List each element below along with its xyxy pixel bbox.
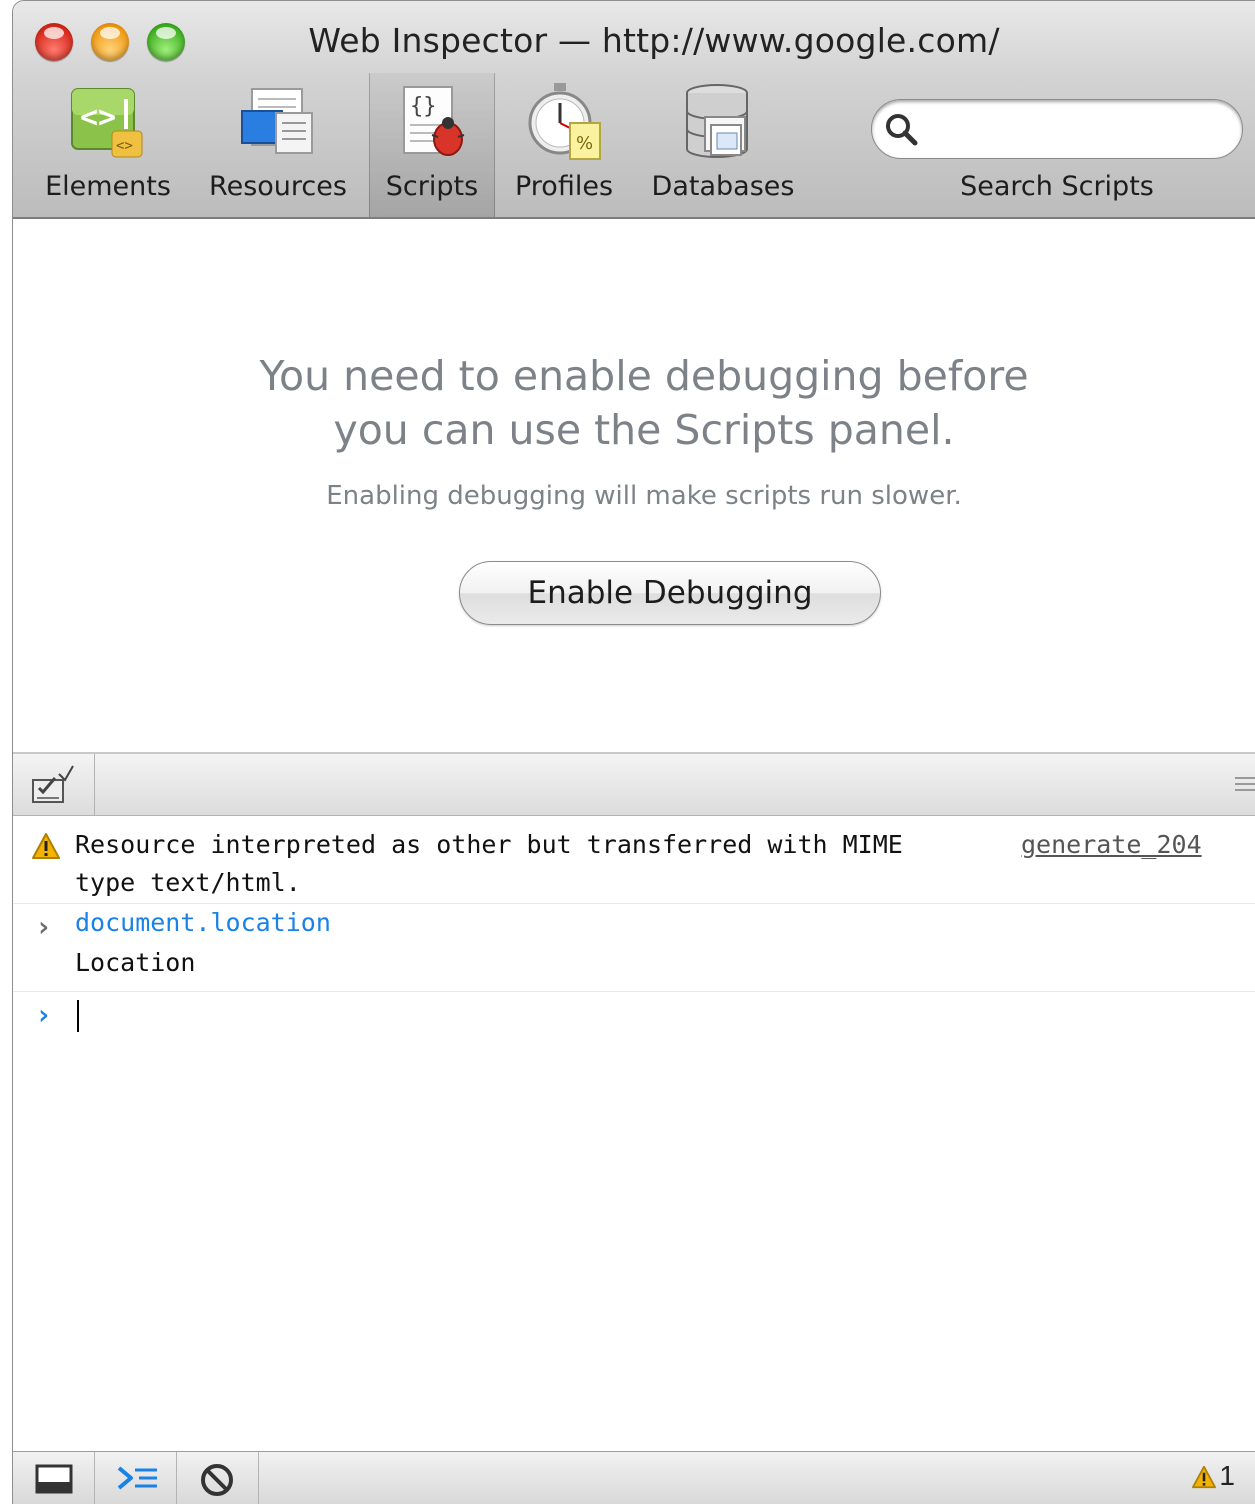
resources-icon	[236, 83, 320, 168]
search-field[interactable]	[871, 99, 1243, 159]
profiles-icon: %	[524, 83, 604, 168]
warning-message-text: Resource interpreted as other but transf…	[75, 830, 903, 897]
console-icon	[117, 1466, 157, 1490]
toolbar-item-profiles[interactable]: % Profiles	[501, 73, 627, 217]
toolbar-label-resources: Resources	[209, 171, 347, 202]
elements-icon: <> <>	[68, 83, 148, 168]
console-message-warning: Resource interpreted as other but transf…	[13, 816, 1255, 904]
warning-source-link[interactable]: generate_204	[1021, 826, 1202, 864]
warning-icon	[31, 832, 61, 866]
dock-icon	[35, 1464, 73, 1494]
dock-toggle-button[interactable]	[13, 1452, 95, 1504]
enable-debugging-button[interactable]: Enable Debugging	[459, 561, 881, 625]
message-line-2: you can use the Scripts panel.	[333, 406, 955, 454]
web-inspector-window: Web Inspector — http://www.google.com/ <…	[12, 0, 1255, 1504]
search-input[interactable]	[930, 110, 1220, 150]
toolbar-item-databases[interactable]: Databases	[639, 73, 807, 217]
warning-count-badge[interactable]: 1	[1191, 1460, 1235, 1492]
toolbar-label-profiles: Profiles	[514, 171, 614, 202]
svg-text:<>: <>	[80, 100, 116, 135]
message-line-1: You need to enable debugging before	[259, 352, 1029, 400]
console-command-entry: › document.location Location	[13, 904, 1255, 992]
console-prompt-input[interactable]	[75, 996, 1175, 1036]
svg-text:{}: {}	[410, 94, 437, 119]
toolbar-item-elements[interactable]: <> <> Elements	[33, 73, 183, 217]
console-command[interactable]: document.location	[75, 908, 331, 937]
window-toolbar: Web Inspector — http://www.google.com/ <…	[13, 1, 1255, 219]
console-result[interactable]: Location	[75, 948, 195, 977]
console-toggle-button[interactable]	[95, 1452, 177, 1504]
scripts-panel: You need to enable debugging before you …	[13, 219, 1255, 754]
toolbar-label-databases: Databases	[651, 171, 795, 202]
window-title: Web Inspector — http://www.google.com/	[308, 21, 1000, 60]
clear-console-button[interactable]	[177, 1452, 259, 1504]
svg-text:%: %	[576, 133, 593, 154]
checklist-icon	[32, 765, 74, 803]
clear-icon	[201, 1464, 233, 1496]
console-filter-button[interactable]	[13, 754, 95, 816]
toolbar-label-elements: Elements	[45, 171, 171, 202]
scripts-icon: {}	[394, 83, 470, 168]
debugging-disabled-message: You need to enable debugging before you …	[13, 349, 1255, 457]
console-panel: Resource interpreted as other but transf…	[13, 816, 1255, 1451]
warning-count: 1	[1219, 1460, 1235, 1491]
toolbar-label-scripts: Scripts	[385, 171, 479, 202]
warning-count-icon	[1192, 1465, 1217, 1489]
console-prompt[interactable]: ›	[13, 992, 1255, 1052]
console-header	[13, 754, 1255, 816]
toolbar-item-scripts[interactable]: {} Scripts	[369, 73, 495, 217]
search-icon	[884, 112, 920, 153]
toolbar-item-resources[interactable]: Resources	[203, 73, 353, 217]
status-bar: 1	[13, 1451, 1255, 1504]
command-chevron-icon: ›	[35, 910, 52, 943]
debugging-note: Enabling debugging will make scripts run…	[326, 481, 962, 511]
resize-grip-icon[interactable]	[1233, 774, 1255, 794]
search-label: Search Scripts	[960, 171, 1154, 202]
svg-text:<>: <>	[116, 138, 133, 154]
databases-icon	[683, 83, 763, 168]
prompt-chevron-icon: ›	[35, 998, 52, 1031]
